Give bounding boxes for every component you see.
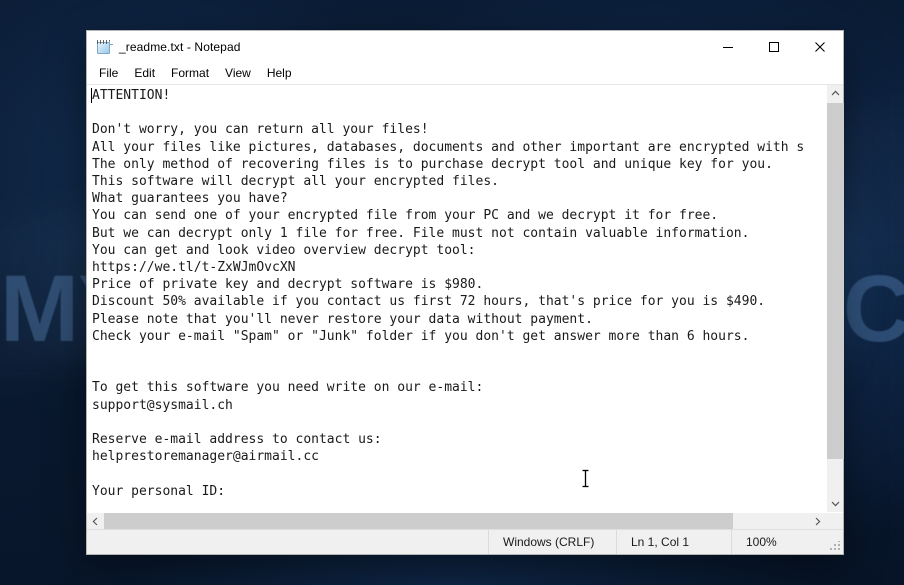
horizontal-scrollbar-track[interactable] — [104, 513, 809, 530]
menu-item-file[interactable]: File — [91, 64, 126, 83]
status-line-ending: Windows (CRLF) — [488, 530, 616, 554]
vertical-scrollbar-track[interactable] — [827, 102, 844, 495]
window-title: _readme.txt - Notepad — [119, 39, 241, 54]
scroll-right-arrow-icon[interactable] — [809, 513, 826, 530]
minimize-button[interactable] — [705, 31, 751, 62]
text-editor-area[interactable]: ATTENTION! Don't worry, you can return a… — [87, 85, 826, 512]
editor-row: ATTENTION! Don't worry, you can return a… — [87, 85, 844, 512]
window-titlebar[interactable]: _readme.txt - Notepad — [87, 31, 843, 62]
menu-bar: File Edit Format View Help — [87, 62, 843, 84]
readme-text: ATTENTION! Don't worry, you can return a… — [92, 88, 805, 499]
menu-item-edit[interactable]: Edit — [126, 64, 163, 83]
status-zoom-level: 100% — [731, 530, 843, 554]
status-cursor-position: Ln 1, Col 1 — [616, 530, 731, 554]
horizontal-scrollbar-thumb[interactable] — [104, 513, 733, 530]
notepad-window: _readme.txt - Notepad File Edit Format V… — [86, 30, 844, 555]
horizontal-scrollbar[interactable] — [87, 512, 843, 530]
scroll-left-arrow-icon[interactable] — [87, 513, 104, 530]
window-resize-grip[interactable] — [830, 541, 840, 551]
close-button[interactable] — [797, 31, 843, 62]
scrollbar-corner — [826, 513, 843, 529]
maximize-button[interactable] — [751, 31, 797, 62]
menu-item-view[interactable]: View — [217, 64, 259, 83]
scroll-down-arrow-icon[interactable] — [827, 495, 843, 512]
editor-region: ATTENTION! Don't worry, you can return a… — [87, 84, 844, 530]
menu-item-format[interactable]: Format — [163, 64, 217, 83]
status-bar-spacer — [87, 530, 488, 554]
scroll-up-arrow-icon[interactable] — [827, 85, 843, 102]
vertical-scrollbar[interactable] — [826, 85, 844, 512]
menu-item-help[interactable]: Help — [259, 64, 300, 83]
vertical-scrollbar-thumb[interactable] — [827, 103, 844, 459]
window-controls — [705, 31, 843, 62]
status-bar: Windows (CRLF) Ln 1, Col 1 100% — [87, 529, 843, 554]
notepad-icon — [96, 39, 113, 55]
